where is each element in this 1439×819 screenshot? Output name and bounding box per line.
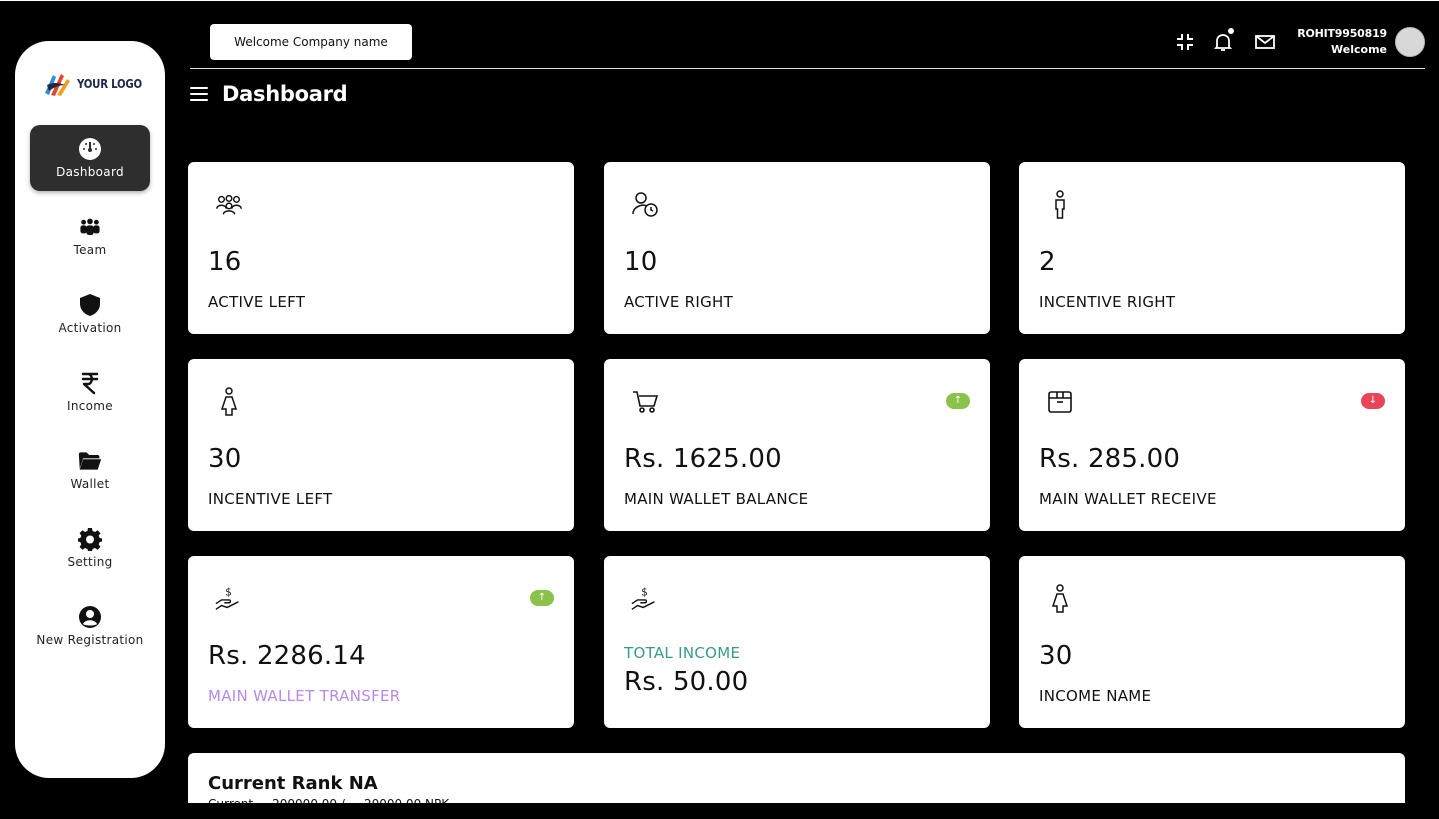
male-icon	[1045, 190, 1075, 220]
sidebar-item-label: Activation	[58, 321, 122, 335]
sidebar-item-activation[interactable]: Activation	[30, 281, 150, 347]
trend-up-badge: ↑	[530, 590, 554, 606]
stat-label: INCENTIVE RIGHT	[1039, 293, 1176, 311]
rank-title: Current Rank NA	[208, 773, 378, 794]
dashboard-gauge-icon	[78, 137, 102, 161]
stat-label: ACTIVE LEFT	[208, 293, 306, 311]
sidebar-item-label: Team	[73, 243, 107, 257]
stat-label: ACTIVE RIGHT	[624, 293, 734, 311]
logo-mark-icon	[45, 74, 70, 96]
folder-icon	[78, 449, 102, 473]
user-name: ROHIT9950819	[1297, 27, 1387, 40]
stat-card-incentive-left[interactable]: 30 INCENTIVE LEFT	[188, 359, 574, 531]
gear-icon	[78, 527, 102, 551]
box-icon	[1045, 387, 1075, 417]
stat-card-total-income[interactable]: $ TOTAL INCOME Rs. 50.00	[604, 556, 990, 728]
stat-label: INCOME NAME	[1039, 687, 1152, 705]
stat-value: Rs. 2286.14	[208, 641, 366, 671]
trend-down-badge: ↓	[1361, 393, 1385, 409]
sidebar-item-label: Setting	[67, 555, 113, 569]
stat-value: 2	[1039, 247, 1056, 277]
sidebar-item-wallet[interactable]: Wallet	[30, 437, 150, 503]
stat-value: Rs. 1625.00	[624, 444, 782, 474]
hand-dollar-icon: $	[630, 584, 660, 614]
shield-icon	[78, 293, 102, 317]
header-divider	[190, 68, 1425, 69]
female-icon	[214, 387, 244, 417]
cart-icon	[630, 387, 660, 417]
company-welcome-box: Welcome Company name	[210, 24, 412, 60]
hand-dollar-icon: $	[214, 584, 244, 614]
stat-card-active-right[interactable]: 10 ACTIVE RIGHT	[604, 162, 990, 334]
stat-label: MAIN WALLET RECEIVE	[1039, 490, 1217, 508]
user-circle-icon	[78, 605, 102, 629]
rupee-icon	[78, 371, 102, 395]
stat-label: TOTAL INCOME	[624, 644, 741, 662]
sidebar-item-label: Dashboard	[56, 165, 124, 179]
logo[interactable]: YOUR LOGO	[43, 71, 153, 97]
sidebar-item-team[interactable]: Team	[30, 203, 150, 269]
top-border	[0, 0, 1439, 1]
stat-value: Rs. 50.00	[624, 667, 749, 697]
sidebar-item-dashboard[interactable]: Dashboard	[30, 125, 150, 191]
stat-card-income-name[interactable]: 30 INCOME NAME	[1019, 556, 1405, 728]
mail-icon[interactable]	[1254, 31, 1276, 53]
female-icon	[1045, 584, 1075, 614]
stat-value: Rs. 285.00	[1039, 444, 1181, 474]
stat-card-incentive-right[interactable]: 2 INCENTIVE RIGHT	[1019, 162, 1405, 334]
sidebar-item-label: Income	[67, 399, 113, 413]
sidebar-item-setting[interactable]: Setting	[30, 515, 150, 581]
page-title: Dashboard	[222, 82, 348, 106]
stat-label: MAIN WALLET TRANSFER	[208, 687, 401, 705]
user-info[interactable]: ROHIT9950819 Welcome	[1297, 27, 1387, 56]
svg-text:$: $	[225, 586, 232, 598]
menu-toggle-icon[interactable]	[190, 87, 208, 101]
stat-value: 30	[208, 444, 242, 474]
app-root: YOUR LOGO Dashboard Team Activation Inco	[0, 0, 1439, 819]
page-title-row: Dashboard	[190, 82, 348, 106]
sidebar-item-new-registration[interactable]: New Registration	[30, 593, 150, 659]
stat-card-main-wallet-receive[interactable]: ↓ Rs. 285.00 MAIN WALLET RECEIVE	[1019, 359, 1405, 531]
stat-label: INCENTIVE LEFT	[208, 490, 333, 508]
stat-card-active-left[interactable]: 16 ACTIVE LEFT	[188, 162, 574, 334]
user-clock-icon	[630, 190, 660, 220]
team-icon	[78, 215, 102, 239]
user-welcome-text: Welcome	[1331, 43, 1387, 56]
stat-card-main-wallet-balance[interactable]: ↑ Rs. 1625.00 MAIN WALLET BALANCE	[604, 359, 990, 531]
logo-text: YOUR LOGO	[77, 77, 142, 91]
bell-icon[interactable]	[1212, 28, 1234, 53]
collapse-icon[interactable]	[1174, 31, 1196, 53]
svg-text:$: $	[641, 586, 648, 598]
group-icon	[214, 190, 244, 220]
sidebar-item-label: Wallet	[70, 477, 110, 491]
sidebar: YOUR LOGO Dashboard Team Activation Inco	[15, 41, 165, 778]
viewport-bottom-edge	[0, 803, 1439, 819]
stat-card-main-wallet-transfer[interactable]: $ ↑ Rs. 2286.14 MAIN WALLET TRANSFER	[188, 556, 574, 728]
stat-value: 16	[208, 247, 242, 277]
stat-value: 10	[624, 247, 658, 277]
stat-label: MAIN WALLET BALANCE	[624, 490, 809, 508]
sidebar-item-label: New Registration	[36, 633, 144, 647]
avatar[interactable]	[1395, 27, 1425, 57]
stat-value: 30	[1039, 641, 1073, 671]
trend-up-badge: ↑	[946, 393, 970, 409]
notification-dot	[1228, 28, 1234, 34]
sidebar-item-income[interactable]: Income	[30, 359, 150, 425]
